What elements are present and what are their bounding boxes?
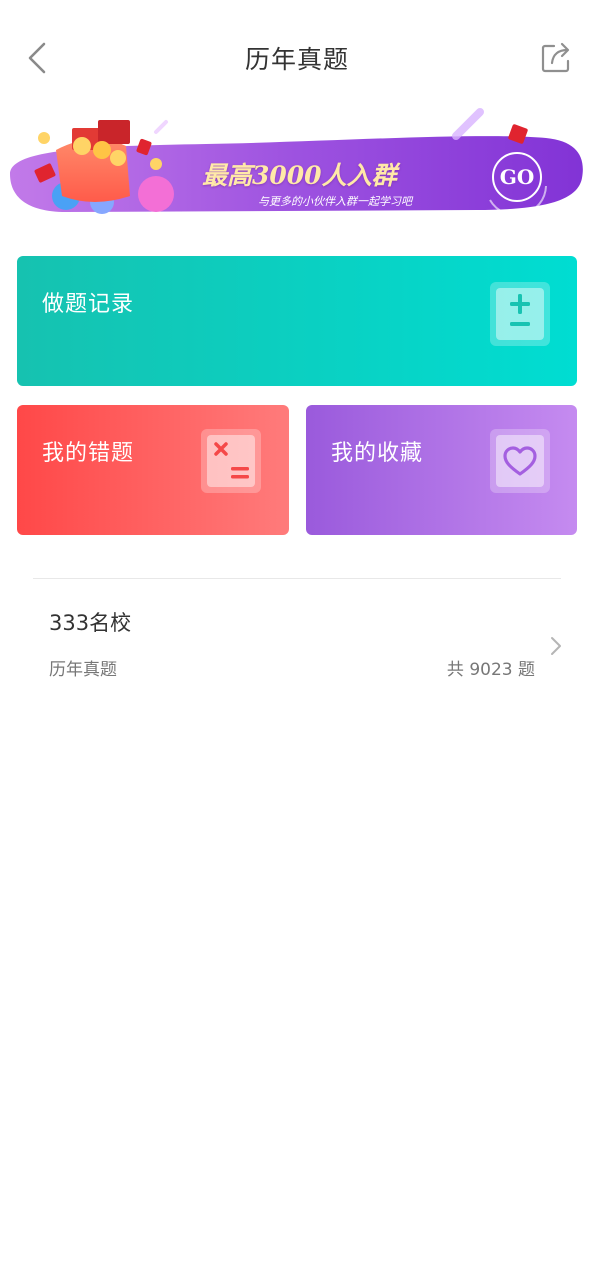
chevron-right-icon: [551, 637, 561, 655]
list-item-title: 333名校: [49, 611, 132, 635]
wrong-questions-card[interactable]: 我的错题: [17, 405, 289, 535]
page-title: 历年真题: [244, 45, 349, 74]
go-button[interactable]: GO: [492, 152, 542, 202]
wrong-questions-label: 我的错题: [42, 441, 135, 466]
share-button[interactable]: [536, 38, 576, 78]
favorites-label: 我的收藏: [331, 441, 424, 466]
heart-icon: [490, 429, 550, 493]
page: 历年真题 最高3000人入群 与更多的小伙伴入群一起学习吧 GO 做题记录 我的…: [0, 0, 594, 1280]
practice-record-card[interactable]: 做题记录: [17, 256, 577, 386]
share-icon: [541, 42, 570, 73]
list-item-count: 共 9023 题: [446, 660, 535, 680]
plus-minus-icon: [490, 282, 550, 346]
favorites-card[interactable]: 我的收藏: [306, 405, 577, 535]
banner-headline: 最高3000人入群: [202, 161, 397, 190]
list-item[interactable]: 333名校 历年真题 共 9023 题: [33, 579, 561, 689]
wrong-answer-icon: [201, 429, 261, 493]
group-invite-banner[interactable]: 最高3000人入群 与更多的小伙伴入群一起学习吧 GO: [6, 100, 588, 220]
banner-subtitle: 与更多的小伙伴入群一起学习吧: [258, 195, 412, 208]
practice-record-label: 做题记录: [42, 292, 135, 317]
list-item-subtitle: 历年真题: [49, 660, 117, 680]
